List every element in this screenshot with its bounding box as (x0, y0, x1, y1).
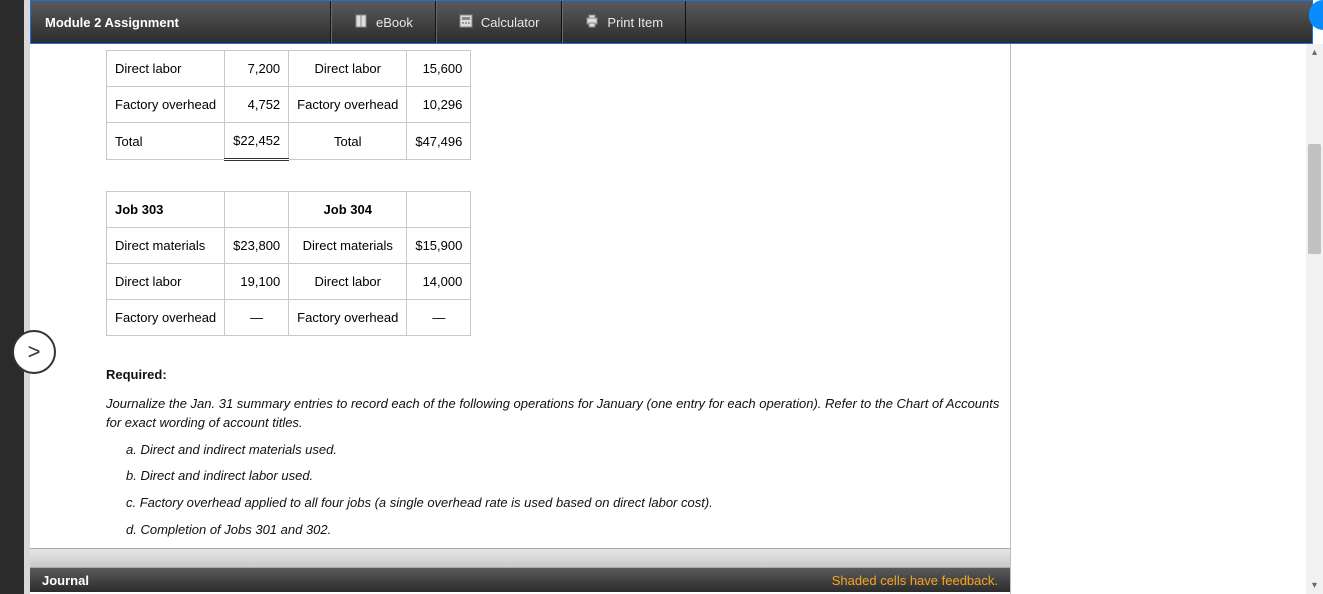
cell-label: Direct labor (107, 264, 225, 300)
cell-label: Total (107, 123, 225, 160)
chevron-right-icon: > (28, 339, 41, 365)
scroll-down-arrow-icon[interactable]: ▾ (1306, 577, 1323, 594)
journal-title: Journal (42, 573, 89, 588)
cell-label: Factory overhead (289, 87, 407, 123)
table-header-row: Job 303 Job 304 (107, 192, 471, 228)
cell-label: Direct materials (289, 228, 407, 264)
job-cost-table-bottom: Job 303 Job 304 Direct materials $23,800… (106, 191, 471, 336)
print-icon (585, 14, 599, 31)
table-row: Factory overhead — Factory overhead — (107, 300, 471, 336)
cell-label: Total (289, 123, 407, 160)
requirements-intro: Journalize the Jan. 31 summary entries t… (106, 395, 1010, 433)
requirement-item-d: d. Completion of Jobs 301 and 302. (106, 521, 1010, 540)
print-item-button[interactable]: Print Item (562, 1, 686, 43)
left-rail (0, 0, 24, 594)
table-row: Factory overhead 4,752 Factory overhead … (107, 87, 471, 123)
cell-label: Direct labor (107, 51, 225, 87)
cell-value-total: $47,496 (407, 123, 471, 160)
cell-label: Direct labor (289, 51, 407, 87)
required-label: Required: (106, 366, 1010, 385)
cell-value: 14,000 (407, 264, 471, 300)
cell-value: — (407, 300, 471, 336)
book-icon (354, 14, 368, 31)
calculator-button[interactable]: Calculator (436, 1, 563, 43)
scroll-thumb[interactable] (1308, 144, 1321, 254)
calculator-label: Calculator (481, 15, 540, 30)
job-304-header: Job 304 (289, 192, 407, 228)
content-pane: Direct labor 7,200 Direct labor 15,600 F… (30, 44, 1011, 594)
ebook-button[interactable]: eBook (331, 1, 436, 43)
section-divider (30, 548, 1010, 568)
cell-value-total: $22,452 (225, 123, 289, 160)
table-row: Direct labor 7,200 Direct labor 15,600 (107, 51, 471, 87)
cell-value: 4,752 (225, 87, 289, 123)
job-303-header: Job 303 (107, 192, 225, 228)
table-row: Direct labor 19,100 Direct labor 14,000 (107, 264, 471, 300)
cell-label: Direct materials (107, 228, 225, 264)
scroll-up-arrow-icon[interactable]: ▴ (1306, 44, 1323, 61)
vertical-scrollbar[interactable]: ▴ ▾ (1306, 44, 1323, 594)
blank-header (225, 192, 289, 228)
cell-value: 7,200 (225, 51, 289, 87)
feedback-hint: Shaded cells have feedback. (832, 573, 998, 588)
cell-label: Factory overhead (107, 87, 225, 123)
requirements-block: Required: Journalize the Jan. 31 summary… (106, 366, 1010, 540)
cell-value: $23,800 (225, 228, 289, 264)
ebook-label: eBook (376, 15, 413, 30)
requirement-item-c: c. Factory overhead applied to all four … (106, 494, 1010, 513)
cell-value: — (225, 300, 289, 336)
table-row: Direct materials $23,800 Direct material… (107, 228, 471, 264)
cell-value: 10,296 (407, 87, 471, 123)
table-row-total: Total $22,452 Total $47,496 (107, 123, 471, 160)
expand-panel-button[interactable]: > (12, 330, 56, 374)
cell-label: Factory overhead (107, 300, 225, 336)
calculator-icon (459, 14, 473, 31)
requirement-item-b: b. Direct and indirect labor used. (106, 467, 1010, 486)
toolbar: Module 2 Assignment eBook Calculator Pri… (30, 0, 1313, 44)
blank-header (407, 192, 471, 228)
cell-value: 15,600 (407, 51, 471, 87)
journal-header-bar[interactable]: Journal Shaded cells have feedback. (30, 568, 1010, 592)
assignment-title: Module 2 Assignment (31, 1, 331, 43)
cell-label: Factory overhead (289, 300, 407, 336)
cell-value: 19,100 (225, 264, 289, 300)
job-cost-table-top: Direct labor 7,200 Direct labor 15,600 F… (106, 50, 471, 161)
cell-label: Direct labor (289, 264, 407, 300)
requirement-item-a: a. Direct and indirect materials used. (106, 441, 1010, 460)
print-item-label: Print Item (607, 15, 663, 30)
cell-value: $15,900 (407, 228, 471, 264)
